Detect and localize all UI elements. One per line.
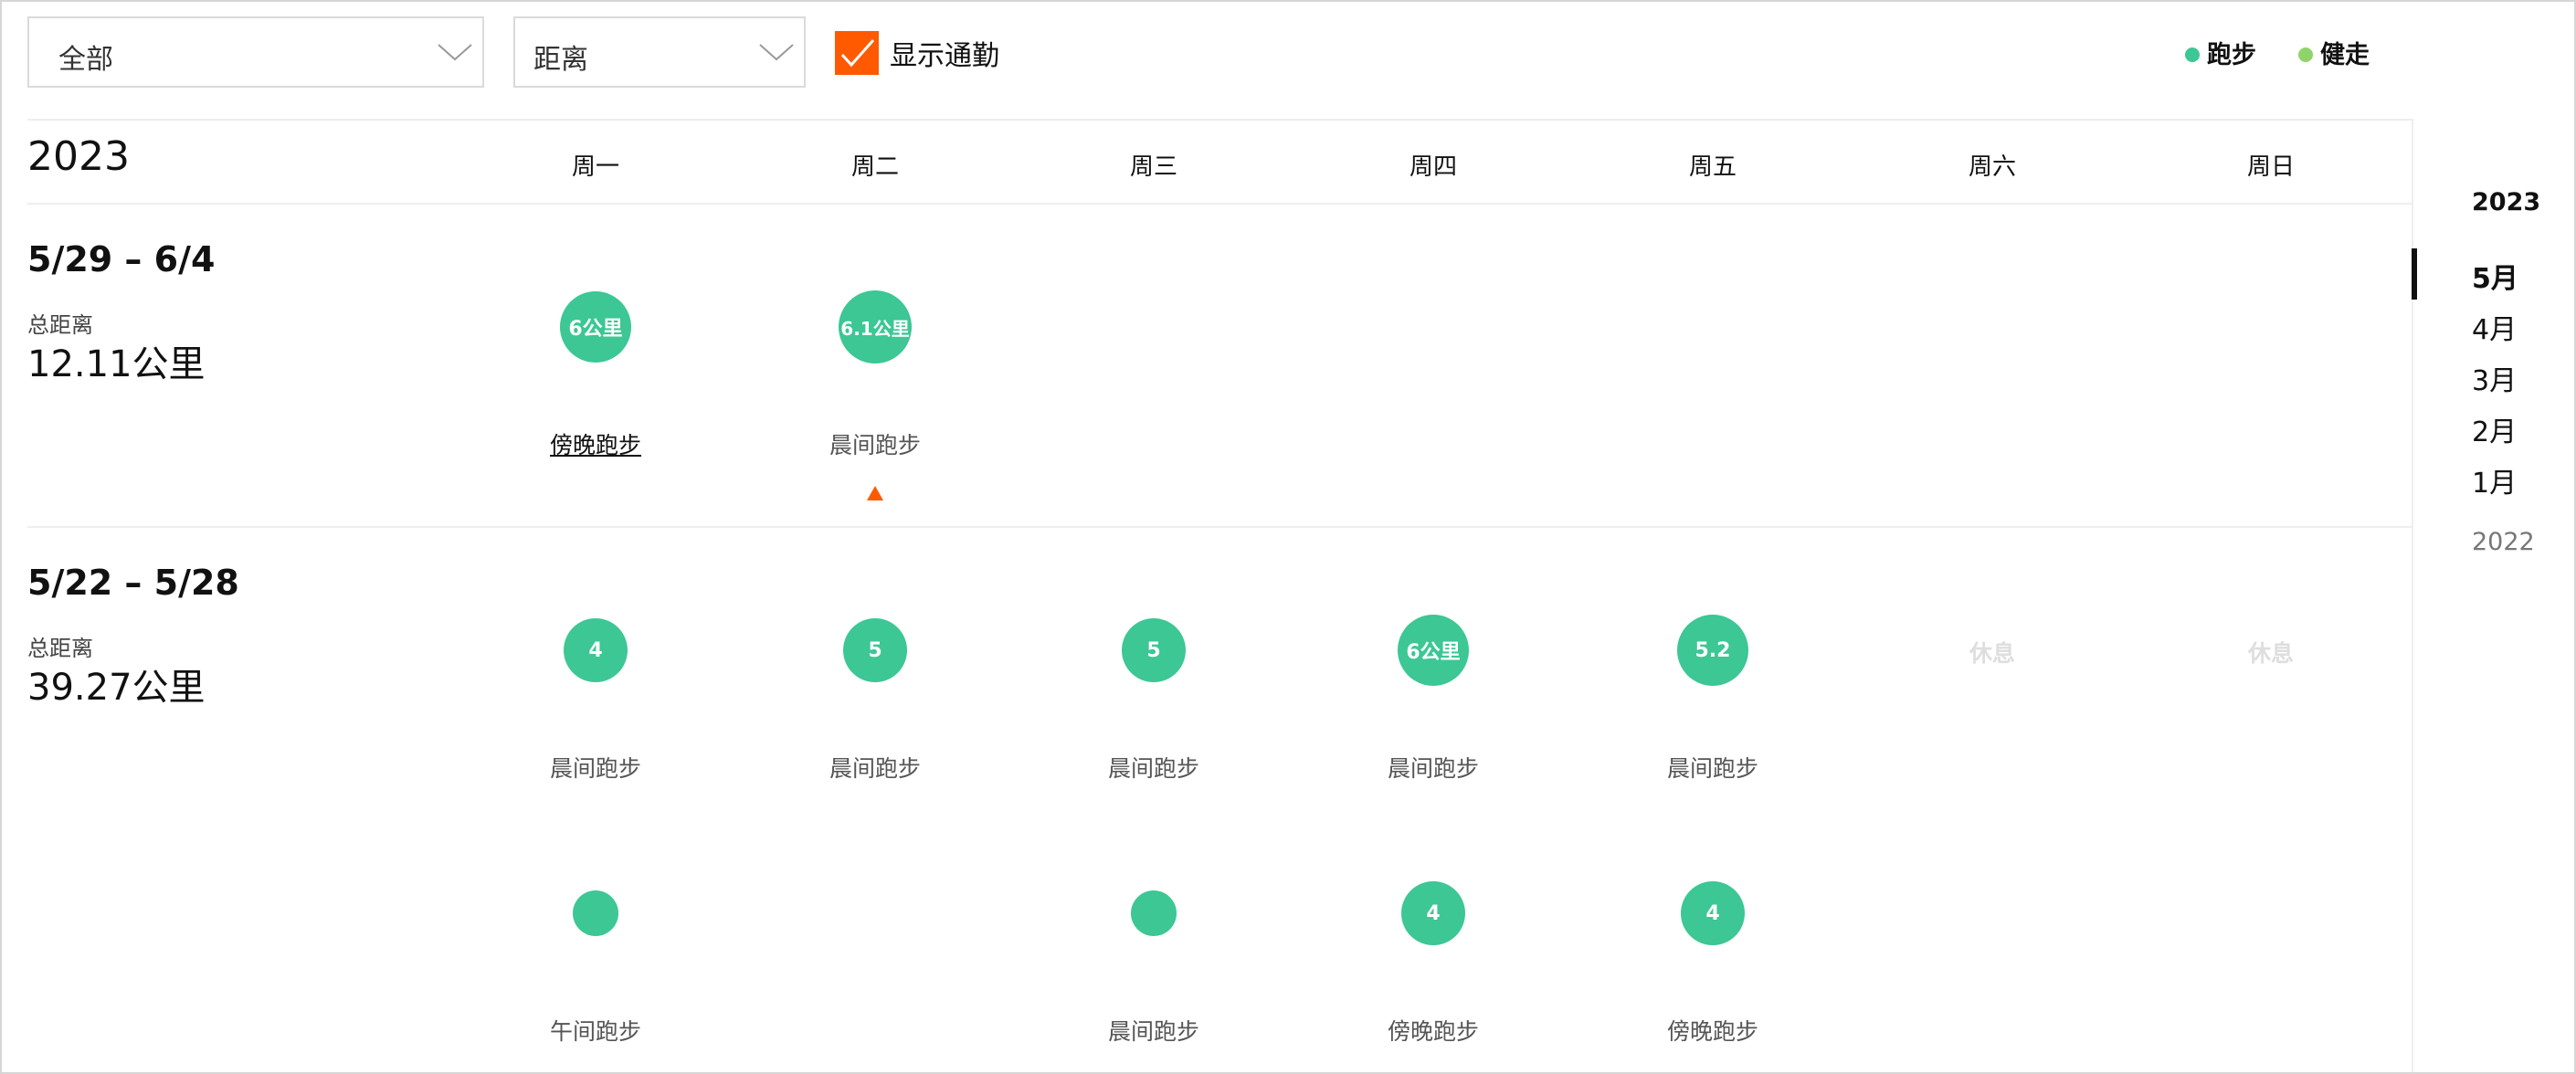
divider — [27, 119, 2412, 121]
activity-label[interactable]: 晨间跑步 — [784, 427, 966, 460]
activity-distance-bubble[interactable]: 5 — [1122, 618, 1186, 682]
sidebar-year[interactable]: 2023 — [2472, 188, 2540, 216]
commute-checkbox[interactable] — [835, 31, 879, 75]
activity-distance-bubble[interactable]: 5.2 — [1677, 615, 1748, 686]
selected-marker-icon — [867, 486, 883, 500]
metric-filter-select[interactable]: 距离 — [513, 16, 806, 88]
legend-label: 健走 — [2320, 41, 2370, 69]
divider — [27, 526, 2412, 528]
chevron-down-icon — [438, 44, 472, 61]
activity-distance-bubble[interactable] — [573, 890, 618, 936]
weekday-label: 周二 — [850, 153, 899, 181]
weekday-label: 周三 — [1129, 153, 1177, 181]
rest-day-label: 休息 — [2247, 640, 2294, 667]
activity-label[interactable]: 晨间跑步 — [1062, 751, 1245, 784]
total-distance-value: 12.11公里 — [27, 343, 206, 385]
sidebar-month[interactable]: 2月 — [2472, 409, 2517, 449]
sidebar-month[interactable]: 5月 — [2472, 256, 2518, 296]
metric-filter-value: 距离 — [533, 44, 588, 76]
legend-dot-icon — [2185, 47, 2200, 62]
legend-item-walking: 健走 — [2298, 35, 2370, 70]
activity-distance-bubble[interactable]: 5 — [843, 618, 907, 682]
activity-label[interactable]: 晨间跑步 — [1062, 1014, 1245, 1047]
activity-label[interactable]: 午间跑步 — [504, 1014, 687, 1047]
activity-label[interactable]: 晨间跑步 — [504, 751, 687, 784]
weekday-label: 周四 — [1409, 153, 1457, 181]
sidebar-month[interactable]: 4月 — [2472, 307, 2517, 347]
activity-label[interactable]: 傍晚跑步 — [1621, 1014, 1804, 1047]
weekday-label: 周日 — [2246, 153, 2295, 181]
sidebar-month[interactable]: 1月 — [2472, 460, 2517, 500]
sidebar-month[interactable]: 3月 — [2472, 358, 2517, 398]
total-distance-value: 39.27公里 — [27, 667, 206, 709]
legend-label: 跑步 — [2207, 41, 2256, 69]
activity-label[interactable]: 晨间跑步 — [1621, 751, 1804, 784]
chevron-down-icon — [759, 44, 794, 61]
activity-label[interactable]: 傍晚跑步 — [1342, 1014, 1525, 1047]
week-range: 5/22 – 5/28 — [27, 563, 239, 603]
sport-filter-value: 全部 — [58, 44, 113, 76]
activity-distance-bubble[interactable]: 4 — [1681, 881, 1745, 945]
rest-day-label: 休息 — [1969, 640, 2015, 667]
activity-distance-bubble[interactable]: 6公里 — [560, 291, 631, 363]
sport-filter-select[interactable]: 全部 — [27, 16, 484, 88]
commute-checkbox-label[interactable]: 显示通勤 — [890, 33, 999, 73]
weekday-label: 周一 — [571, 153, 619, 181]
activity-label[interactable]: 晨间跑步 — [784, 751, 966, 784]
weekday-label: 周六 — [1968, 153, 2016, 181]
activity-label[interactable]: 晨间跑步 — [1342, 751, 1525, 784]
active-month-indicator — [2412, 248, 2417, 300]
activity-distance-bubble[interactable]: 4 — [564, 618, 628, 682]
sidebar-prev-year[interactable]: 2022 — [2472, 528, 2535, 556]
activity-distance-bubble[interactable]: 6.1公里 — [839, 290, 912, 363]
check-icon — [840, 39, 875, 68]
activity-distance-bubble[interactable]: 4 — [1401, 881, 1465, 945]
divider — [27, 203, 2412, 205]
activity-distance-bubble[interactable] — [1131, 890, 1177, 936]
activity-distance-bubble[interactable]: 6公里 — [1398, 615, 1469, 686]
week-range: 5/29 – 6/4 — [27, 239, 216, 279]
weekday-label: 周五 — [1688, 153, 1737, 181]
legend-item-running: 跑步 — [2185, 35, 2256, 70]
calendar-year: 2023 — [27, 133, 130, 180]
legend-dot-icon — [2298, 47, 2313, 62]
window-frame — [0, 0, 2576, 1074]
activity-label[interactable]: 傍晚跑步 — [504, 427, 687, 460]
